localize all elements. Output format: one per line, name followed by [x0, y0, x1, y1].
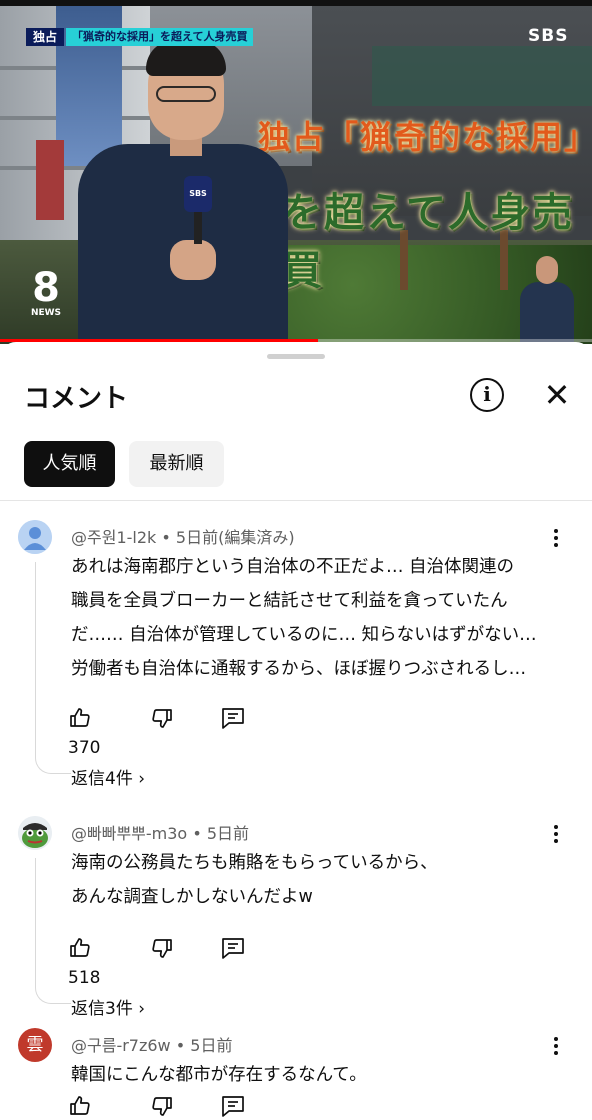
dislike-button[interactable]	[150, 706, 174, 734]
exclusive-tag: 独占	[26, 28, 65, 46]
thread-line	[35, 562, 71, 774]
sort-chip-popular[interactable]: 人気順	[24, 441, 115, 487]
like-count: 518	[68, 968, 101, 988]
comment-meta: @주원1-l2k • 5日前(編集済み)	[71, 528, 295, 547]
reply-button[interactable]	[220, 706, 246, 734]
comment-meta: @구름-r7z6w • 5日前	[71, 1036, 233, 1055]
reply-button[interactable]	[220, 936, 246, 964]
view-replies-button[interactable]: 返信4件 ›	[71, 764, 145, 789]
comment-text-line: 職員を全員ブローカーと結託させて利益を貪っていたん	[71, 591, 508, 611]
like-count: 370	[68, 738, 101, 758]
thumbs-up-icon	[70, 708, 90, 727]
comment-text-line: 海南の公務員たちも賄賂をもらっているから、	[71, 853, 438, 873]
headline-tag: 「猟奇的な採用」を超えて人身売買	[66, 28, 254, 46]
frog-avatar-icon	[18, 816, 52, 850]
comment-text-line: だ…… 自治体が管理しているのに… 知らないはずがない…	[71, 625, 537, 645]
reply-button[interactable]	[220, 1094, 246, 1120]
avatar-letter: 雲	[26, 1035, 44, 1055]
sheet-title: コメント	[24, 384, 129, 414]
sort-chip-newest[interactable]: 最新順	[129, 441, 224, 487]
dislike-button[interactable]	[150, 936, 174, 964]
comment-text-line: 労働者も自治体に通報するから、ほぼ握りつぶされるし…	[71, 659, 527, 679]
comments-sheet: コメント i ✕ 人気順 最新順 @주원1-l2k • 5日前(編集済み) あれ…	[0, 342, 592, 1120]
thumbs-down-icon	[152, 709, 172, 728]
comment-time: 5日前(編集済み)	[175, 528, 295, 547]
drag-handle[interactable]	[267, 354, 325, 359]
thumbs-up-icon	[70, 1096, 90, 1115]
video-sign-text-line1: 独占「猟奇的な採用」	[258, 118, 592, 156]
thumbs-down-icon	[152, 1097, 172, 1116]
more-options-icon[interactable]	[548, 822, 564, 846]
divider	[0, 500, 592, 501]
comment-author[interactable]: @빠빠뿌뿌-m3o	[71, 824, 187, 843]
comment-author[interactable]: @구름-r7z6w	[71, 1036, 171, 1055]
comment-text: 海南の公務員たちも賄賂をもらっているから、 あんな調査しかしないんだよw	[71, 846, 551, 914]
video-player[interactable]: 独占「猟奇的な採用」 を超えて人身売買 SBS 独占 「猟奇的な採用」を超えて人…	[0, 0, 592, 344]
view-replies-button[interactable]: 返信3件 ›	[71, 994, 145, 1019]
program-logo-number: 8	[32, 265, 60, 311]
comment-text-line: あれは海南郡庁という自治体の不正だよ… 自治体関連の	[71, 557, 515, 577]
thumbs-down-icon	[152, 939, 172, 958]
chevron-right-icon: ›	[138, 769, 146, 789]
reply-icon	[222, 1096, 244, 1117]
video-reporter	[78, 40, 288, 344]
comment-text: あれは海南郡庁という自治体の不正だよ… 自治体関連の 職員を全員ブローカーと結託…	[71, 550, 551, 686]
avatar[interactable]: 雲	[18, 1028, 52, 1062]
close-icon[interactable]: ✕	[540, 378, 574, 412]
replies-label: 返信3件	[71, 999, 133, 1019]
sign-language-interpreter	[520, 252, 574, 344]
comment-text: 韓国にこんな都市が存在するなんて。	[71, 1058, 551, 1092]
dislike-button[interactable]	[150, 1094, 174, 1120]
program-logo: 8 NEWS	[28, 268, 64, 318]
replies-label: 返信4件	[71, 769, 133, 789]
like-button[interactable]: 370	[68, 706, 100, 758]
program-logo-text: NEWS	[30, 308, 62, 318]
channel-logo: SBS	[528, 26, 569, 46]
comment-author[interactable]: @주원1-l2k	[71, 528, 156, 547]
microphone-handle	[194, 210, 202, 244]
reply-icon	[222, 708, 244, 729]
like-button[interactable]: 518	[68, 936, 100, 988]
avatar[interactable]	[18, 816, 52, 850]
video-red-sign	[36, 140, 64, 220]
like-button[interactable]: 195	[68, 1094, 100, 1120]
comment-text-line: あんな調査しかしないんだよw	[71, 887, 313, 907]
more-options-icon[interactable]	[548, 1034, 564, 1058]
microphone: SBS	[184, 176, 212, 212]
chevron-right-icon: ›	[138, 999, 146, 1019]
avatar[interactable]	[18, 520, 52, 554]
info-icon[interactable]: i	[470, 378, 504, 412]
more-options-icon[interactable]	[548, 526, 564, 550]
comment-time: 5日前	[206, 824, 250, 843]
comment-time: 5日前	[190, 1036, 233, 1055]
reply-icon	[222, 938, 244, 959]
comment-text-line: 韓国にこんな都市が存在するなんて。	[71, 1065, 367, 1085]
thumbs-up-icon	[70, 938, 90, 957]
default-avatar-icon	[18, 520, 52, 554]
thread-line	[35, 858, 71, 1004]
comment-meta: @빠빠뿌뿌-m3o • 5日前	[71, 824, 250, 843]
